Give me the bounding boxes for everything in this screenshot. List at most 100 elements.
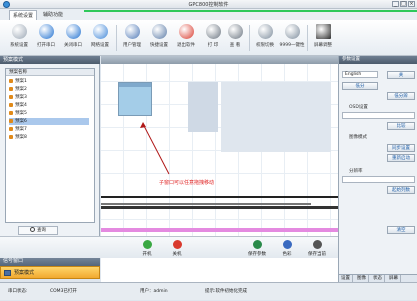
power-on-button[interactable]: 开机 [135,240,159,257]
resolution-field[interactable] [342,176,415,183]
preset-icon [9,134,13,139]
preset-icon [9,110,13,115]
view-icon [227,24,243,39]
compare-button[interactable]: 比较 [387,122,415,130]
user-icon [124,24,140,39]
save-current-button[interactable]: 保存当前 [305,240,329,257]
separator [116,25,117,51]
power-off-button[interactable]: 关机 [165,240,189,257]
preset-label: 预案3 [15,95,27,100]
start-column-button[interactable]: 起始列数 [387,186,415,194]
clear-button[interactable]: 清空 [387,226,415,234]
preset-item[interactable]: 预案5 [9,110,89,117]
query-label: 查询 [37,228,46,233]
toolbar: 系统设置 打开串口 关闭串口 网络设置 用户管理 快捷设置 退出软件 打 印 查… [0,20,417,56]
screen-icon [315,24,331,39]
preset-label: 预案2 [15,87,27,92]
render-artifact [101,206,351,209]
restart-button[interactable]: 重新启动 [387,154,415,162]
preset-label: 预案1 [15,79,27,84]
toolbar-label: 权限切换 [256,43,274,48]
preset-item[interactable]: 预案7 [9,126,89,133]
sync-settings-button[interactable]: 同步设置 [387,144,415,152]
power-off-icon [172,240,182,249]
toolbar-label: 网络设置 [91,43,109,48]
render-artifact [101,203,311,205]
toolbar-label: 系统设置 [10,43,28,48]
quick-settings-button[interactable]: 快捷设置 [146,23,172,53]
user-management-button[interactable]: 用户管理 [119,23,145,53]
preset-item[interactable]: 预案8 [9,134,89,141]
stop-icon [65,24,81,39]
query-button[interactable]: 查询 [18,226,58,235]
tab-auxiliary[interactable]: 辅助功能 [40,10,66,20]
palette-icon [282,240,292,249]
power-icon [178,24,194,39]
view-button[interactable]: 查 看 [222,23,248,53]
close-toggle-button[interactable]: 关 [387,71,415,79]
toolbar-label: 退出软件 [177,43,195,48]
network-icon [92,24,108,39]
window-title: GPC800控制软件 [188,2,229,8]
panel-title: 参数设置 [339,56,417,64]
preset-icon [9,86,13,91]
tab-system-settings[interactable]: 系统设置 [9,10,38,20]
low-res-button[interactable]: 低分辨 [387,92,415,100]
preset-item[interactable]: 预案4 [9,102,89,109]
preset-icon [9,126,13,131]
disk-icon [312,240,322,249]
color-button[interactable]: 色彩 [275,240,299,257]
preset-label: 预案5 [15,111,27,116]
separator [307,25,308,51]
column-header: 预案名称 [6,69,94,76]
low-button[interactable]: 低分 [342,82,378,90]
system-settings-button[interactable]: 系统设置 [6,23,32,53]
preset-item[interactable]: 预案1 [9,78,89,85]
preset-icon [9,94,13,99]
annotation-text: 子窗口可以任意拖拽移动 [159,180,215,186]
screen-adjust-button[interactable]: 屏幕调整 [310,23,336,53]
language-select[interactable]: English [342,71,378,78]
toolbar-label: 用户管理 [123,43,141,48]
preset-panel: 预案模式 预案名称 预案1 预案2 预案3 预案4 预案5 预案6 预案7 预案8 查询 [0,56,100,256]
preset-mode-label: 预案模式 [14,270,35,276]
close-port-button[interactable]: 关闭串口 [60,23,86,53]
permission-switch-button[interactable]: 权限切换 [252,23,278,53]
resolution-label: 分辨率 [349,169,363,174]
preset-item[interactable]: 预案6 [9,118,89,125]
close-button[interactable]: × [408,1,415,7]
image-mode-label: 图像模式 [349,135,367,140]
render-artifact [101,228,338,232]
parameter-panel: 参数设置 English 关 低分 低分辨 OSD设置 比较 图像模式 同步设置… [338,56,417,283]
save-icon [252,240,262,249]
preset-list: 预案名称 预案1 预案2 预案3 预案4 预案5 预案6 预案7 预案8 [5,68,95,223]
serial-status-label: 串口状态: [8,289,28,294]
preset-mode-tab[interactable]: 预案模式 [0,266,100,279]
maximize-button[interactable]: □ [400,1,407,7]
one-key-button[interactable]: 9999一键性 [279,23,305,53]
preset-item[interactable]: 预案2 [9,86,89,93]
preset-item[interactable]: 预案3 [9,94,89,101]
preset-icon [4,270,11,276]
action-label: 关机 [172,252,182,257]
action-bar: 开机 关机 保存参数 色彩 保存当前 [0,236,338,258]
open-port-button[interactable]: 打开串口 [33,23,59,53]
network-settings-button[interactable]: 网络设置 [87,23,113,53]
action-label: 保存参数 [248,252,266,257]
preset-label: 预案6 [15,119,27,124]
toolbar-label: 关闭串口 [64,43,82,48]
serial-status-value: COM3已打开 [50,289,77,294]
preset-label: 预案4 [15,103,27,108]
toolbar-label: 快捷设置 [150,43,168,48]
separator [249,25,250,51]
current-user: 用户：admin [140,289,168,294]
exit-button[interactable]: 退出软件 [173,23,199,53]
status-message: 提示:软件初始化完成 [205,289,248,294]
panel-title: 预案模式 [0,56,100,64]
osd-field[interactable] [342,112,415,119]
minimize-button[interactable]: _ [392,1,399,7]
action-label: 保存当前 [308,252,326,257]
preset-icon [9,78,13,83]
save-params-button[interactable]: 保存参数 [245,240,269,257]
dial-icon [284,24,300,39]
